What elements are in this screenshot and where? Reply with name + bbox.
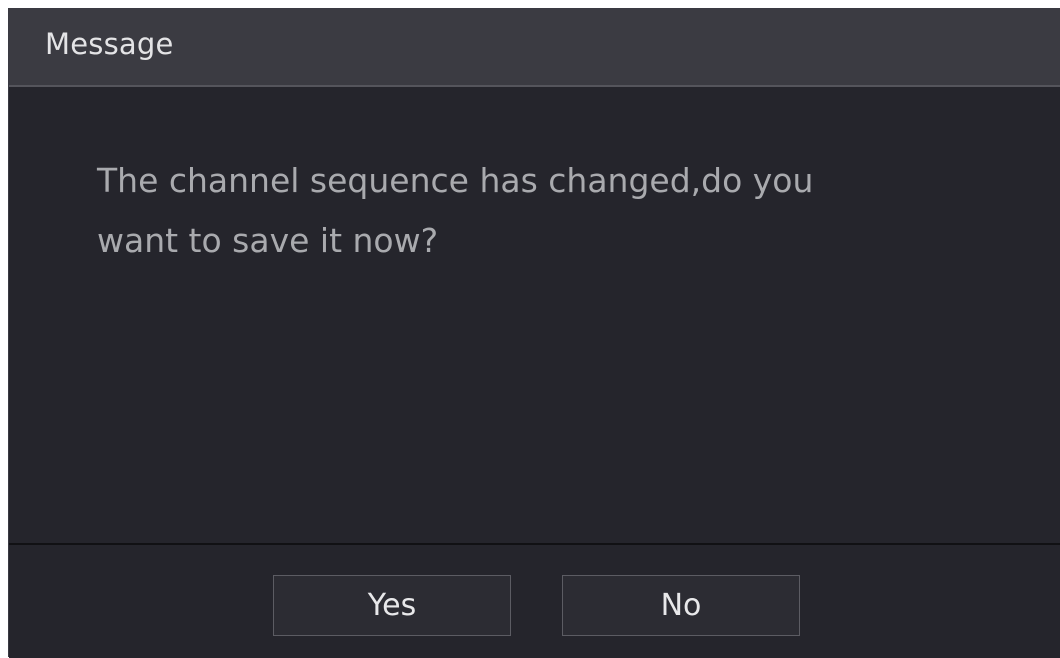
dialog-title-bar: Message <box>9 9 1060 87</box>
dialog-footer: Yes No <box>9 545 1060 658</box>
message-line-1: The channel sequence has changed,do you <box>97 161 814 200</box>
message-dialog: Message The channel sequence has changed… <box>8 8 1060 658</box>
yes-button[interactable]: Yes <box>273 575 511 636</box>
no-button[interactable]: No <box>562 575 800 636</box>
dialog-message: The channel sequence has changed,do you … <box>97 151 997 271</box>
message-line-2: want to save it now? <box>97 221 439 260</box>
dialog-title: Message <box>45 27 174 61</box>
